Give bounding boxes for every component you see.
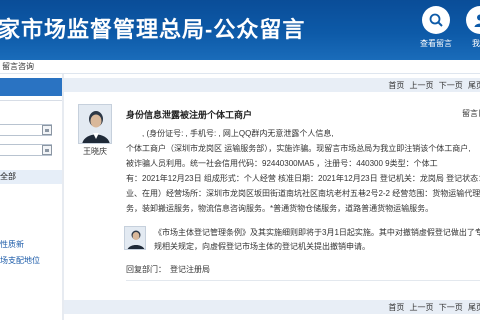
divider: [126, 280, 480, 281]
reply-body: 《市场主体登记管理条例》及其实施细则即将于3月1日起实施。其中对撤销虚假登记做出…: [154, 226, 480, 254]
leave-message-button[interactable]: 我要: [460, 6, 480, 52]
post-title: 身份信息泄露被注册个体工商户: [126, 110, 253, 120]
post-line: 务，装卸搬运服务，物流信息咨询服务。*普通货物仓储服务，道路普通货物运输服务。: [126, 204, 434, 213]
reply-line: 《市场主体登记管理条例》及其实施细则即将于3月1日起实施。其中对撤销虚假登记做出…: [154, 228, 480, 237]
site-header: 家市场监督管理总局-公众留言 查看留言 我要: [0, 0, 480, 60]
post-body: , (身份证号: , 手机号: , 网上QQ群内无意泄露个人信息, 个体工商户（…: [126, 126, 480, 216]
reply-avatar: [124, 226, 146, 250]
sidebar-header: [0, 78, 62, 96]
reply-line: 规相关规定，向虚假登记市场主体的登记机关提出撤销申请。: [154, 242, 370, 251]
avatar: [78, 104, 112, 144]
breadcrumb-text: 留言咨询: [2, 62, 34, 71]
breadcrumb: 留言咨询: [0, 60, 480, 74]
calendar-icon[interactable]: [42, 125, 52, 135]
sidebar-item-category-1[interactable]: 性质新: [0, 238, 62, 252]
post-line: , (身份证号: , 手机号: , 网上QQ群内无意泄露个人信息,: [126, 129, 334, 138]
view-messages-button[interactable]: 查看留言: [416, 6, 456, 52]
sidebar: 全部 性质新 场支配地位: [0, 74, 62, 320]
post-date-label: 留言日: [462, 109, 480, 118]
view-messages-label: 查看留言: [420, 39, 452, 48]
author-name: 王晓庆: [83, 147, 107, 156]
post-line: 业、在用）经营场所：深圳市龙岗区坂田街道南坑社区南坑老村五巷2号2-2 经营范围…: [126, 189, 480, 198]
reply-dept-label: 回复部门：: [126, 265, 166, 274]
pagination-links[interactable]: 首页 上一页 下一页 尾页: [388, 302, 480, 313]
sidebar-item-all[interactable]: 全部: [0, 170, 62, 184]
pagination-bottom: 首页 上一页 下一页 尾页: [64, 300, 480, 314]
leave-message-label: 我要: [472, 39, 480, 48]
post-line: 被诈骗人员利用。统一社会信用代码：92440300MA5 ，注册号：440300…: [126, 159, 438, 168]
sidebar-item-category-2[interactable]: 场支配地位: [0, 254, 62, 268]
reply-dept-value: 登记注册局: [170, 265, 210, 274]
reply-department: 回复部门： 登记注册局: [126, 264, 210, 275]
post-line: 个体工商户（深圳市龙岗区 运输服务部），实施诈骗。现留言市场总局为我立即注销该个…: [126, 144, 471, 153]
pagination-links[interactable]: 首页 上一页 下一页 尾页: [388, 80, 480, 91]
post-line: 有：2021年12月23日 组成形式：个人经营 核准日期：2021年12月23日…: [126, 174, 480, 183]
main-content: 首页 上一页 下一页 尾页 王晓庆 身份信息泄露被注册个体工商户 留言日 , (…: [64, 74, 480, 320]
calendar-icon[interactable]: [42, 145, 52, 155]
divider: [0, 100, 62, 101]
search-icon: [422, 6, 450, 34]
pagination-top: 首页 上一页 下一页 尾页: [64, 78, 480, 92]
site-title: 家市场监督管理总局-公众留言: [0, 17, 306, 42]
person-icon: [466, 6, 480, 34]
